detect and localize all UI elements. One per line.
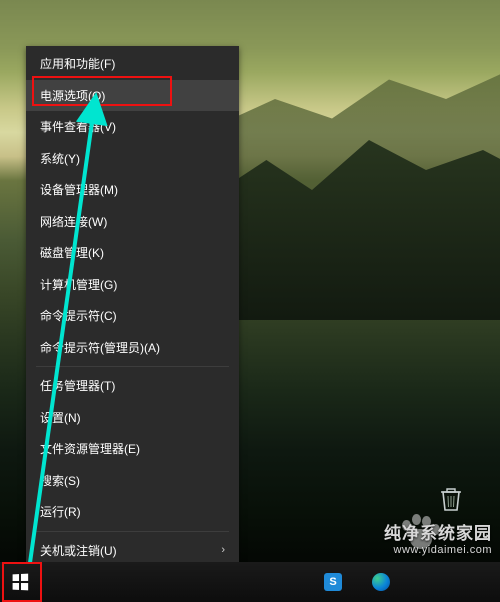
menu-item[interactable]: 网络连接(W) <box>26 206 239 238</box>
menu-item-label: 事件查看器(V) <box>40 118 116 135</box>
watermark-title: 纯净系统家园 <box>384 523 492 544</box>
menu-item[interactable]: 应用和功能(F) <box>26 48 239 80</box>
menu-item-label: 关机或注销(U) <box>40 542 117 559</box>
taskbar-pinned-apps: S <box>324 573 500 591</box>
menu-item-label: 搜索(S) <box>40 472 80 489</box>
winx-context-menu: 应用和功能(F) 电源选项(O) 事件查看器(V) 系统(Y) 设备管理器(M) 网络连接… <box>26 46 239 600</box>
menu-item-label: 系统(Y) <box>40 150 80 167</box>
menu-item-label: 计算机管理(G) <box>40 276 117 293</box>
watermark-url: www.yidaimei.com <box>384 544 492 558</box>
menu-item[interactable]: 文件资源管理器(E) <box>26 433 239 465</box>
menu-item-label: 命令提示符(C) <box>40 307 117 324</box>
menu-item[interactable]: 磁盘管理(K) <box>26 237 239 269</box>
menu-item-label: 设置(N) <box>40 409 81 426</box>
menu-item[interactable]: 搜索(S) <box>26 465 239 497</box>
menu-item-label: 文件资源管理器(E) <box>40 440 140 457</box>
menu-item-label: 任务管理器(T) <box>40 377 115 394</box>
menu-divider <box>36 531 229 532</box>
menu-item-label: 应用和功能(F) <box>40 55 115 72</box>
menu-item-label: 命令提示符(管理员)(A) <box>40 339 160 356</box>
menu-item[interactable]: 电源选项(O) <box>26 80 239 112</box>
taskbar-app-icon[interactable]: S <box>324 573 342 591</box>
menu-item-label: 设备管理器(M) <box>40 181 118 198</box>
menu-item-label: 电源选项(O) <box>40 87 105 104</box>
taskbar: S <box>0 562 500 602</box>
windows-logo-icon <box>13 574 29 591</box>
menu-item[interactable]: 计算机管理(G) <box>26 269 239 301</box>
menu-item[interactable]: 事件查看器(V) <box>26 111 239 143</box>
menu-item-label: 运行(R) <box>40 503 81 520</box>
menu-item-label: 磁盘管理(K) <box>40 244 104 261</box>
taskbar-edge-icon[interactable] <box>372 573 390 591</box>
menu-item[interactable]: 命令提示符(管理员)(A) <box>26 332 239 364</box>
menu-divider <box>36 366 229 367</box>
menu-item[interactable]: 运行(R) <box>26 496 239 528</box>
menu-item[interactable]: 设置(N) <box>26 402 239 434</box>
menu-item[interactable]: 系统(Y) <box>26 143 239 175</box>
menu-item[interactable]: 设备管理器(M) <box>26 174 239 206</box>
menu-item[interactable]: 命令提示符(C) <box>26 300 239 332</box>
watermark: 纯净系统家园 www.yidaimei.com <box>384 523 492 558</box>
menu-item-label: 网络连接(W) <box>40 213 107 230</box>
recycle-bin-icon <box>435 482 467 514</box>
chevron-right-icon: › <box>221 544 225 556</box>
start-button[interactable] <box>0 562 40 602</box>
menu-item[interactable]: 任务管理器(T) <box>26 370 239 402</box>
